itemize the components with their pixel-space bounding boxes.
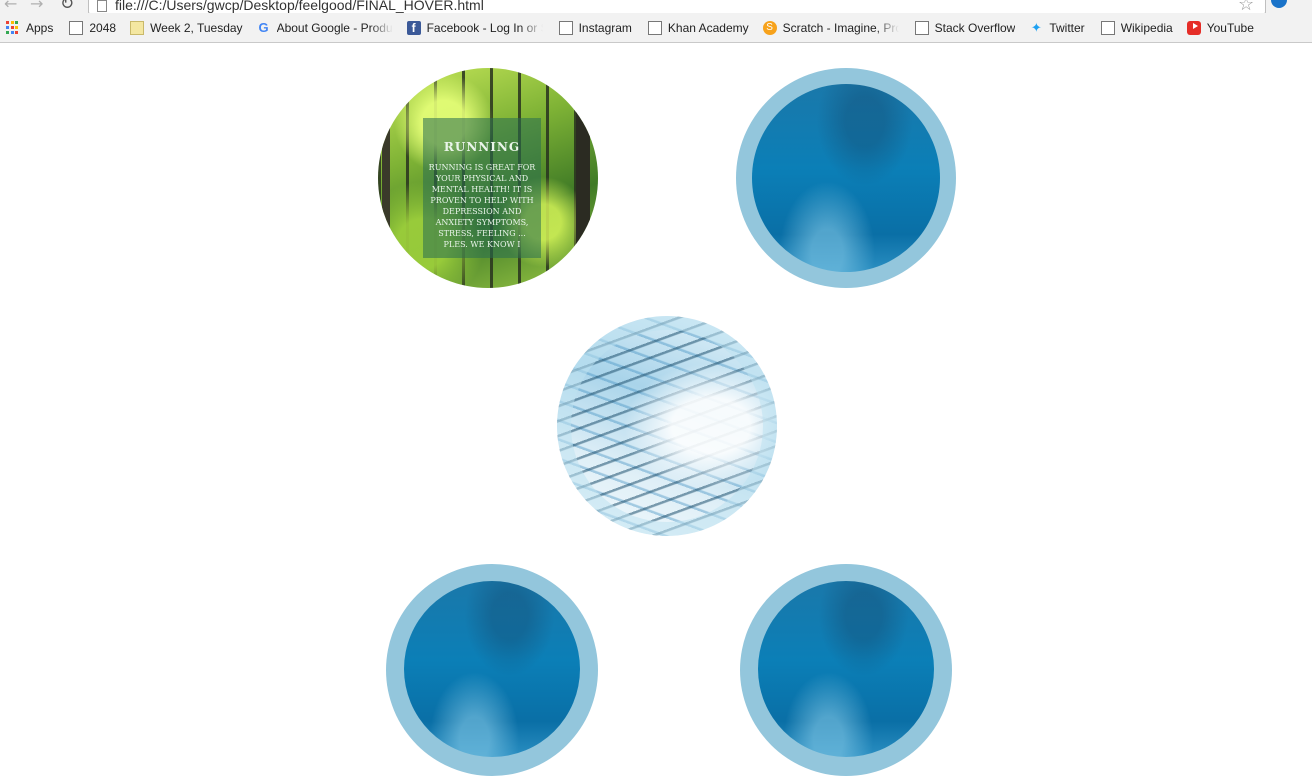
google-icon: G <box>258 19 269 35</box>
bookmark-star-icon[interactable]: ☆ <box>1238 0 1254 13</box>
bookmark-twitter[interactable]: ✦ Twitter <box>1023 17 1090 39</box>
bookmark-google[interactable]: G About Google - Produ <box>251 17 399 39</box>
bookmark-label: Week 2, Tuesday <box>150 20 243 35</box>
apps-grid-icon <box>6 20 20 35</box>
bookmark-label: Wikipedia <box>1120 20 1173 35</box>
page-icon <box>647 20 662 35</box>
bookmark-label: Apps <box>26 20 54 35</box>
water-image <box>404 581 580 757</box>
url-text[interactable]: file:///C:/Users/gwcp/Desktop/feelgood/F… <box>115 0 484 13</box>
page-content: RUNNING RUNNING IS GREAT FOR YOUR PHYSIC… <box>0 43 1312 776</box>
bookmark-label: Twitter <box>1049 20 1085 35</box>
bookmark-label: About Google - Produ <box>276 20 393 35</box>
calendar-icon <box>130 20 145 35</box>
tree-trunk <box>576 68 590 288</box>
bookmark-2048[interactable]: 2048 <box>61 17 122 39</box>
bookmark-scratch[interactable]: S Scratch - Imagine, Pro <box>757 17 905 39</box>
bookmark-stackoverflow[interactable]: Stack Overflow <box>907 17 1022 39</box>
page-icon <box>914 20 929 35</box>
water-circle-bottom-right[interactable] <box>740 564 952 776</box>
bookmark-khan[interactable]: Khan Academy <box>640 17 755 39</box>
page-icon <box>69 20 84 35</box>
water-image <box>752 84 940 272</box>
bookmark-week2[interactable]: Week 2, Tuesday <box>124 17 249 39</box>
tree-trunk <box>382 68 390 288</box>
twitter-icon: ✦ <box>1030 19 1042 35</box>
back-arrow-icon[interactable]: ← <box>4 0 17 13</box>
scratch-icon: S <box>762 20 777 35</box>
facebook-icon: f <box>406 20 421 35</box>
browser-toolbar: ← → ↻ file:///C:/Users/gwcp/Desktop/feel… <box>0 0 1312 13</box>
bookmark-label: 2048 <box>89 20 117 35</box>
youtube-icon <box>1186 20 1201 35</box>
page-icon <box>1100 20 1115 35</box>
page-icon <box>558 20 573 35</box>
bookmark-facebook[interactable]: f Facebook - Log In or S <box>401 17 549 39</box>
water-circle-top-right[interactable] <box>736 68 956 288</box>
running-info-panel: RUNNING RUNNING IS GREAT FOR YOUR PHYSIC… <box>423 118 541 258</box>
page-icon <box>97 0 107 12</box>
bookmark-label: Stack Overflow <box>934 20 1016 35</box>
running-description: RUNNING IS GREAT FOR YOUR PHYSICAL AND M… <box>428 163 536 249</box>
bookmark-label: Facebook - Log In or S <box>426 20 543 35</box>
extension-icon[interactable] <box>1271 0 1287 8</box>
bookmark-label: Khan Academy <box>667 20 749 35</box>
bookmark-apps[interactable]: Apps <box>0 17 59 39</box>
bookmark-instagram[interactable]: Instagram <box>551 17 638 39</box>
address-bar[interactable]: file:///C:/Users/gwcp/Desktop/feelgood/F… <box>88 0 1266 13</box>
reload-icon[interactable]: ↻ <box>60 0 74 13</box>
water-circle-bottom-left[interactable] <box>386 564 598 776</box>
bookmark-label: YouTube <box>1206 20 1254 35</box>
bookmark-label: Scratch - Imagine, Pro <box>782 20 899 35</box>
water-image <box>758 581 934 757</box>
bookmark-wikipedia[interactable]: Wikipedia <box>1093 17 1179 39</box>
running-circle[interactable]: RUNNING RUNNING IS GREAT FOR YOUR PHYSIC… <box>378 68 598 288</box>
light-water-circle[interactable] <box>557 316 777 536</box>
bookmark-label: Instagram <box>578 20 632 35</box>
bookmark-youtube[interactable]: YouTube <box>1181 17 1260 39</box>
bookmarks-bar: Apps 2048 Week 2, Tuesday G About Google… <box>0 13 1312 43</box>
forward-arrow-icon[interactable]: → <box>30 0 43 13</box>
running-title: RUNNING <box>443 140 521 154</box>
